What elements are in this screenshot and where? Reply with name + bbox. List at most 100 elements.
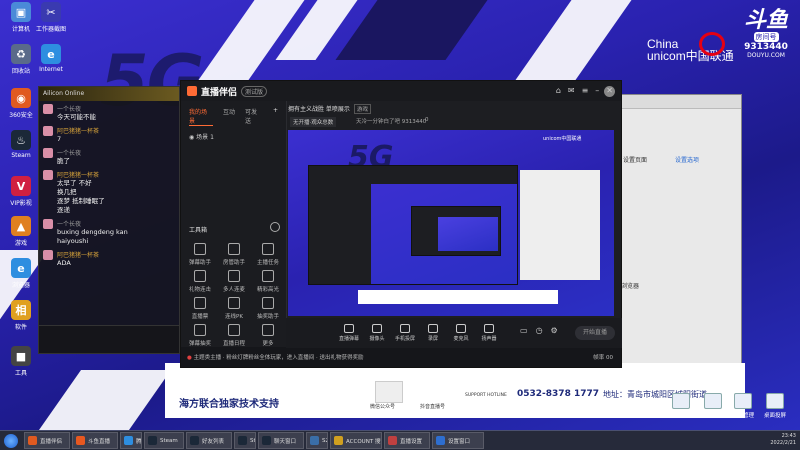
desktop-icon[interactable]: ♨ Steam	[4, 130, 38, 159]
tool-item[interactable]: 礼物连击	[185, 270, 215, 293]
avatar[interactable]	[43, 250, 53, 260]
window-link[interactable]: 设置选项	[675, 155, 699, 164]
tab-send[interactable]: 可发送	[245, 107, 263, 126]
tool-item[interactable]: 弹幕助手	[185, 243, 215, 266]
chat-input[interactable]	[39, 325, 179, 353]
desktop-icon-label: 我的	[707, 413, 719, 419]
tool-label: 礼物连击	[188, 287, 211, 293]
tool-item[interactable]: 弹幕抽奖	[185, 324, 215, 347]
desktop-icon[interactable]: ✂ 工作器截图	[34, 2, 68, 33]
camera-toggle-icon[interactable]: ▭	[520, 326, 528, 335]
tab-interact[interactable]: 互动	[223, 107, 235, 126]
clock-time[interactable]: 23:43	[770, 433, 796, 440]
taskbar-item[interactable]: 好友列表	[186, 432, 232, 449]
chat-message: 阿巴猪猪一杯茶 ADA	[39, 247, 179, 269]
chat-username[interactable]: 一个长夜	[57, 104, 96, 113]
tool-item[interactable]: 直播日程	[219, 324, 249, 347]
taskbar-item[interactable]: 直播伴侣	[24, 432, 70, 449]
chat-username[interactable]: 一个长夜	[57, 148, 81, 157]
tool-item[interactable]: 更多	[253, 324, 283, 347]
desktop-icon[interactable]: ♻ 回收站	[4, 44, 38, 75]
desktop-icon[interactable]: e Internet	[34, 44, 68, 73]
desktop-icon[interactable]: 个人设置	[668, 393, 694, 419]
avatar[interactable]	[43, 219, 53, 229]
window-titlebar	[613, 95, 741, 109]
avatar[interactable]	[43, 148, 53, 158]
taskbar-item[interactable]: S2	[306, 432, 328, 449]
desktop-app-icon: ◉	[11, 88, 31, 108]
tool-item[interactable]: 房管助手	[219, 243, 249, 266]
clock-date[interactable]: 2022/2/21	[770, 440, 796, 447]
tool-item[interactable]: 直播票	[185, 297, 215, 320]
taskbar-item[interactable]: ACCOUNT 搜索	[330, 432, 382, 449]
add-scene-icon[interactable]: +	[273, 107, 278, 126]
desktop-icon[interactable]: 桌面投屏	[762, 393, 788, 419]
tool-item[interactable]: 抽奖助手	[253, 297, 283, 320]
control-icon	[372, 324, 382, 333]
close-icon[interactable]: ✕	[606, 86, 613, 95]
desktop-icon[interactable]: 屏幕管理	[730, 393, 756, 419]
preview-nested-screen	[371, 184, 517, 284]
avatar[interactable]	[43, 170, 53, 180]
banner-phone: 0532-8378 1777	[517, 389, 600, 399]
tool-item[interactable]: 连线PK	[219, 297, 249, 320]
eye-icon[interactable]: ◉	[189, 134, 194, 141]
chat-text: 太早了 不好 换几把 逐梦 抵制睡眠了 逐递	[57, 179, 105, 214]
room-number: 9313440	[744, 42, 788, 52]
desktop-icon[interactable]: ▣ 计算机	[4, 2, 38, 33]
avatar[interactable]	[43, 104, 53, 114]
gift-icon[interactable]: ⌂	[556, 86, 561, 95]
scene-item[interactable]: ◉ 场景 1	[181, 126, 286, 147]
taskbar-app-icon	[436, 436, 445, 445]
chat-text: ADA	[57, 259, 71, 267]
taskbar-item[interactable]: 直播设置	[384, 432, 430, 449]
control-button[interactable]: 扬声器	[478, 324, 500, 342]
start-button[interactable]	[0, 432, 22, 450]
settings-icon[interactable]: ⚙	[551, 326, 558, 335]
desktop-icon[interactable]: ▲ 游戏	[4, 216, 38, 247]
control-button[interactable]: 摄像头	[366, 324, 388, 342]
message-icon[interactable]: ✉	[568, 86, 575, 95]
room-tag[interactable]: 游戏	[354, 104, 372, 114]
taskbar-label: Steam	[160, 437, 178, 444]
chat-header: Ailicon Online	[39, 87, 179, 101]
control-button[interactable]: 录屏	[422, 324, 444, 342]
control-button[interactable]: 直播弹幕	[338, 324, 360, 342]
menu-icon[interactable]: ≡	[582, 86, 589, 95]
chat-username[interactable]: 一个长夜	[57, 219, 128, 228]
tool-item[interactable]: 多人连麦	[219, 270, 249, 293]
chat-text: 7	[57, 135, 62, 143]
minimize-icon[interactable]: –	[595, 86, 599, 95]
avatar[interactable]	[43, 126, 53, 136]
control-button[interactable]: 手机投屏	[394, 324, 416, 342]
timer-icon[interactable]: ◷	[536, 326, 543, 335]
desktop-icon[interactable]: e 浏览器	[4, 258, 38, 289]
chat-username[interactable]: 阿巴猪猪一杯茶	[57, 250, 99, 259]
desktop-icon[interactable]: 我的	[700, 393, 726, 419]
taskbar-item[interactable]: 斗鱼直播	[72, 432, 118, 449]
taskbar-item[interactable]: Steam	[144, 432, 184, 449]
control-button[interactable]: 麦克风	[450, 324, 472, 342]
start-live-button[interactable]: 开始直播	[575, 326, 615, 340]
chat-username[interactable]: 阿巴猪猪一杯茶	[57, 170, 105, 179]
toolbox-more-icon[interactable]	[270, 222, 280, 232]
chat-window[interactable]: Ailicon Online 一个长夜 今天可能不能 阿巴猪猪一杯茶 7 一个长夜 脆了阿…	[38, 86, 180, 354]
taskbar-item[interactable]: 腾讯QQ	[120, 432, 142, 449]
taskbar-item[interactable]: Steam	[234, 432, 256, 449]
desktop-icon[interactable]: ■ 工具	[4, 346, 38, 377]
taskbar-item[interactable]: 聊天窗口	[258, 432, 304, 449]
desktop-app-icon	[672, 393, 690, 409]
stream-preview[interactable]: 5G unicom中国联通	[288, 130, 614, 316]
desktop-icon[interactable]: ◉ 360安全	[4, 88, 38, 119]
chat-username[interactable]: 阿巴猪猪一杯茶	[57, 126, 99, 135]
desktop-icon[interactable]: 相软件	[4, 300, 38, 331]
status-right: 帧率 00	[593, 355, 613, 361]
tool-item[interactable]: 精彩高光	[253, 270, 283, 293]
tool-icon	[194, 324, 206, 336]
control-label: 录屏	[427, 336, 438, 342]
background-window[interactable]: 设置页面 设置选项 浏览器	[612, 94, 742, 364]
tab-my-scenes[interactable]: 我的场景	[189, 107, 213, 126]
tool-item[interactable]: 主播任务	[253, 243, 283, 266]
desktop-icon[interactable]: V VIP影视	[4, 176, 38, 207]
taskbar-item[interactable]: 设置窗口	[432, 432, 484, 449]
